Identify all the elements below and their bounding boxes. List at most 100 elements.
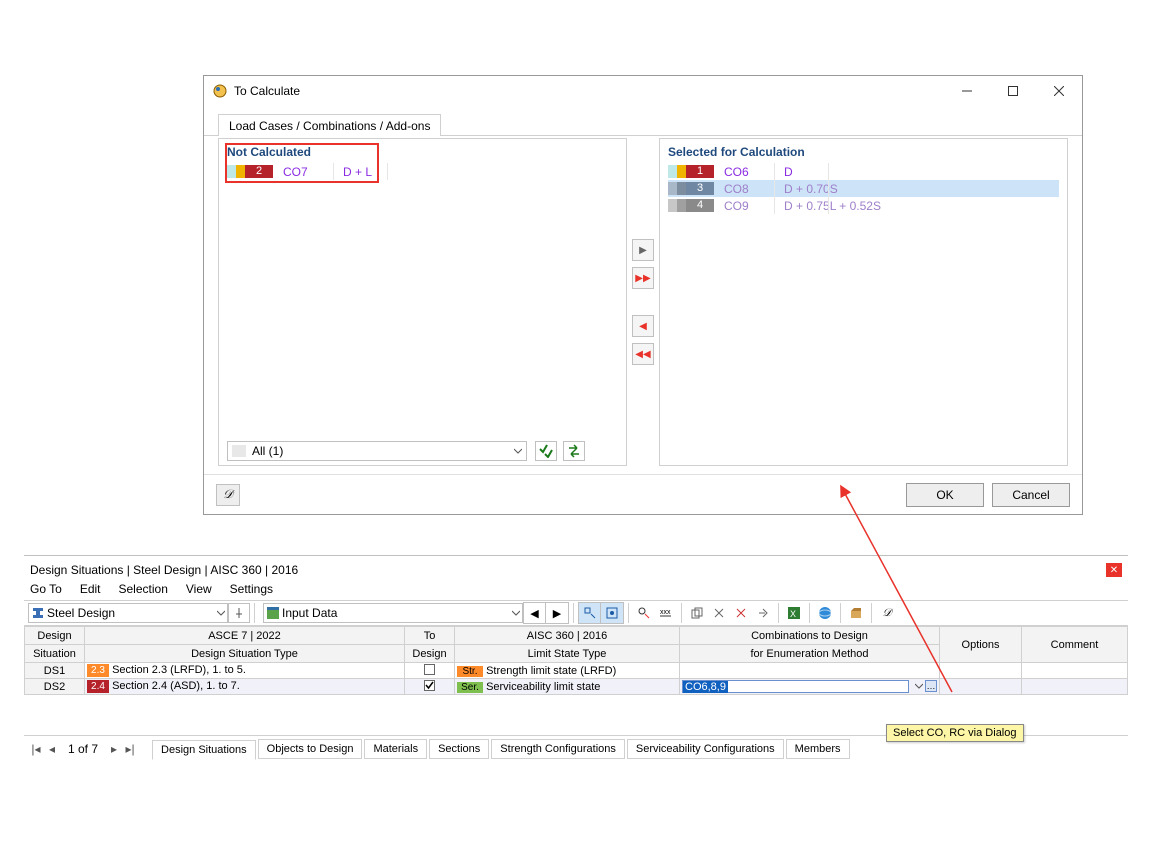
- minimize-button[interactable]: [944, 76, 990, 106]
- move-left-button[interactable]: ◀: [632, 315, 654, 337]
- th-to-design[interactable]: To: [405, 627, 455, 645]
- th-sub[interactable]: Situation: [25, 645, 85, 663]
- move-all-left-button[interactable]: ◀◀: [632, 343, 654, 365]
- design-module-dropdown[interactable]: Steel Design: [28, 603, 228, 623]
- pin-button[interactable]: [228, 603, 250, 623]
- menu-edit[interactable]: Edit: [80, 582, 101, 596]
- co-label: CO8: [724, 182, 784, 196]
- th-sub[interactable]: Limit State Type: [455, 645, 680, 663]
- cancel-button[interactable]: Cancel: [992, 483, 1070, 507]
- item-number: 3: [686, 182, 714, 195]
- type-text: Section 2.4 (ASD), 1. to 7.: [112, 680, 240, 692]
- tab-members[interactable]: Members: [786, 739, 850, 759]
- cell-todesign[interactable]: [405, 663, 455, 679]
- select-all-button[interactable]: [535, 441, 557, 461]
- ok-button[interactable]: OK: [906, 483, 984, 507]
- tab-strength-configurations[interactable]: Strength Configurations: [491, 739, 625, 759]
- cell-combinations[interactable]: CO6,8,9 …: [680, 679, 940, 695]
- list-item[interactable]: 3 CO8 D + 0.70S: [668, 180, 1059, 197]
- tab-serviceability-configurations[interactable]: Serviceability Configurations: [627, 739, 784, 759]
- table-row[interactable]: DS1 2.3 Section 2.3 (LRFD), 1. to 5. Str…: [25, 663, 1128, 679]
- move-right-button[interactable]: ▶: [632, 239, 654, 261]
- window-title: Design Situations | Steel Design | AISC …: [30, 563, 298, 577]
- th-design-situation[interactable]: Design: [25, 627, 85, 645]
- th-sub[interactable]: Design Situation Type: [85, 645, 405, 663]
- th-asce[interactable]: ASCE 7 | 2022: [85, 627, 405, 645]
- menu-view[interactable]: View: [186, 582, 212, 596]
- cut-button[interactable]: [708, 603, 730, 623]
- filter-dropdown[interactable]: All (1): [227, 441, 527, 461]
- go-button[interactable]: [752, 603, 774, 623]
- open-dialog-button[interactable]: …: [925, 680, 937, 692]
- th-comment[interactable]: Comment: [1022, 627, 1128, 663]
- cell-comment[interactable]: [1022, 679, 1128, 695]
- help-button[interactable]: 𝒟: [876, 603, 898, 623]
- selected-list[interactable]: 1 CO6 D 3 CO8 D + 0.70S 4 CO: [668, 163, 1059, 457]
- tab-load-cases[interactable]: Load Cases / Combinations / Add-ons: [218, 114, 441, 136]
- cell-todesign[interactable]: [405, 679, 455, 695]
- sync-select-button[interactable]: [579, 603, 601, 623]
- co-desc: D + L: [343, 165, 372, 179]
- cell-options[interactable]: [940, 663, 1022, 679]
- pager-prev-button[interactable]: ◂: [44, 742, 60, 756]
- cell-ds: DS2: [25, 679, 85, 695]
- not-calculated-list[interactable]: 2 CO7 D + L: [227, 163, 618, 435]
- move-all-right-button[interactable]: ▶▶: [632, 267, 654, 289]
- category-swatch: [227, 165, 236, 178]
- item-number: 2: [245, 165, 273, 178]
- pager-first-button[interactable]: |◂: [28, 742, 44, 756]
- delete-button[interactable]: [730, 603, 752, 623]
- th-combinations[interactable]: Combinations to Design: [680, 627, 940, 645]
- design-situations-window: Design Situations | Steel Design | AISC …: [24, 555, 1128, 761]
- globe-button[interactable]: [814, 603, 836, 623]
- menu-selection[interactable]: Selection: [119, 582, 168, 596]
- nav-next-button[interactable]: ▶: [546, 603, 568, 623]
- combinations-input[interactable]: CO6,8,9: [682, 680, 909, 693]
- list-item[interactable]: 1 CO6 D: [668, 163, 1059, 180]
- item-number: 1: [686, 165, 714, 178]
- chevron-down-icon: [512, 606, 520, 620]
- cell-combinations[interactable]: [680, 663, 940, 679]
- category-swatch: [236, 165, 245, 178]
- close-icon[interactable]: ✕: [1106, 563, 1122, 577]
- tooltip: Select CO, RC via Dialog: [886, 724, 1024, 742]
- dropdown-label: Input Data: [282, 606, 337, 620]
- maximize-button[interactable]: [990, 76, 1036, 106]
- nav-prev-button[interactable]: ◀: [524, 603, 546, 623]
- tag-badge: 2.4: [87, 680, 109, 693]
- type-text: Section 2.3 (LRFD), 1. to 5.: [112, 664, 246, 676]
- help-button[interactable]: 𝒟: [216, 484, 240, 506]
- dropdown-label: Steel Design: [47, 606, 115, 620]
- view-dropdown[interactable]: Input Data: [263, 603, 523, 623]
- menu-goto[interactable]: Go To: [30, 582, 62, 596]
- pager-last-button[interactable]: ▸|: [122, 742, 138, 756]
- to-calculate-dialog: To Calculate Load Cases / Combinations /…: [203, 75, 1083, 515]
- cell-options[interactable]: [940, 679, 1022, 695]
- swap-button[interactable]: [563, 441, 585, 461]
- replace-button[interactable]: xxx: [655, 603, 677, 623]
- close-button[interactable]: [1036, 76, 1082, 106]
- cell-comment[interactable]: [1022, 663, 1128, 679]
- list-item[interactable]: 2 CO7 D + L: [227, 163, 618, 180]
- th-sub[interactable]: for Enumeration Method: [680, 645, 940, 663]
- tab-sections[interactable]: Sections: [429, 739, 489, 759]
- sync-view-button[interactable]: [601, 603, 623, 623]
- table-row[interactable]: DS2 2.4 Section 2.4 (ASD), 1. to 7. Ser.…: [25, 679, 1128, 695]
- copy-button[interactable]: [686, 603, 708, 623]
- list-item[interactable]: 4 CO9 D + 0.75L + 0.52S: [668, 197, 1059, 214]
- settings-button[interactable]: [845, 603, 867, 623]
- cell-limit: Str. Strength limit state (LRFD): [455, 663, 680, 679]
- th-aisc[interactable]: AISC 360 | 2016: [455, 627, 680, 645]
- chevron-down-icon[interactable]: [915, 681, 923, 693]
- tab-materials[interactable]: Materials: [364, 739, 427, 759]
- th-options[interactable]: Options: [940, 627, 1022, 663]
- tab-objects-to-design[interactable]: Objects to Design: [258, 739, 363, 759]
- titlebar[interactable]: To Calculate: [204, 76, 1082, 106]
- find-button[interactable]: [633, 603, 655, 623]
- menu-settings[interactable]: Settings: [230, 582, 273, 596]
- excel-button[interactable]: X: [783, 603, 805, 623]
- window-title-bar: Design Situations | Steel Design | AISC …: [24, 560, 1128, 580]
- pager-next-button[interactable]: ▸: [106, 742, 122, 756]
- tab-design-situations[interactable]: Design Situations: [152, 740, 256, 760]
- th-sub[interactable]: Design: [405, 645, 455, 663]
